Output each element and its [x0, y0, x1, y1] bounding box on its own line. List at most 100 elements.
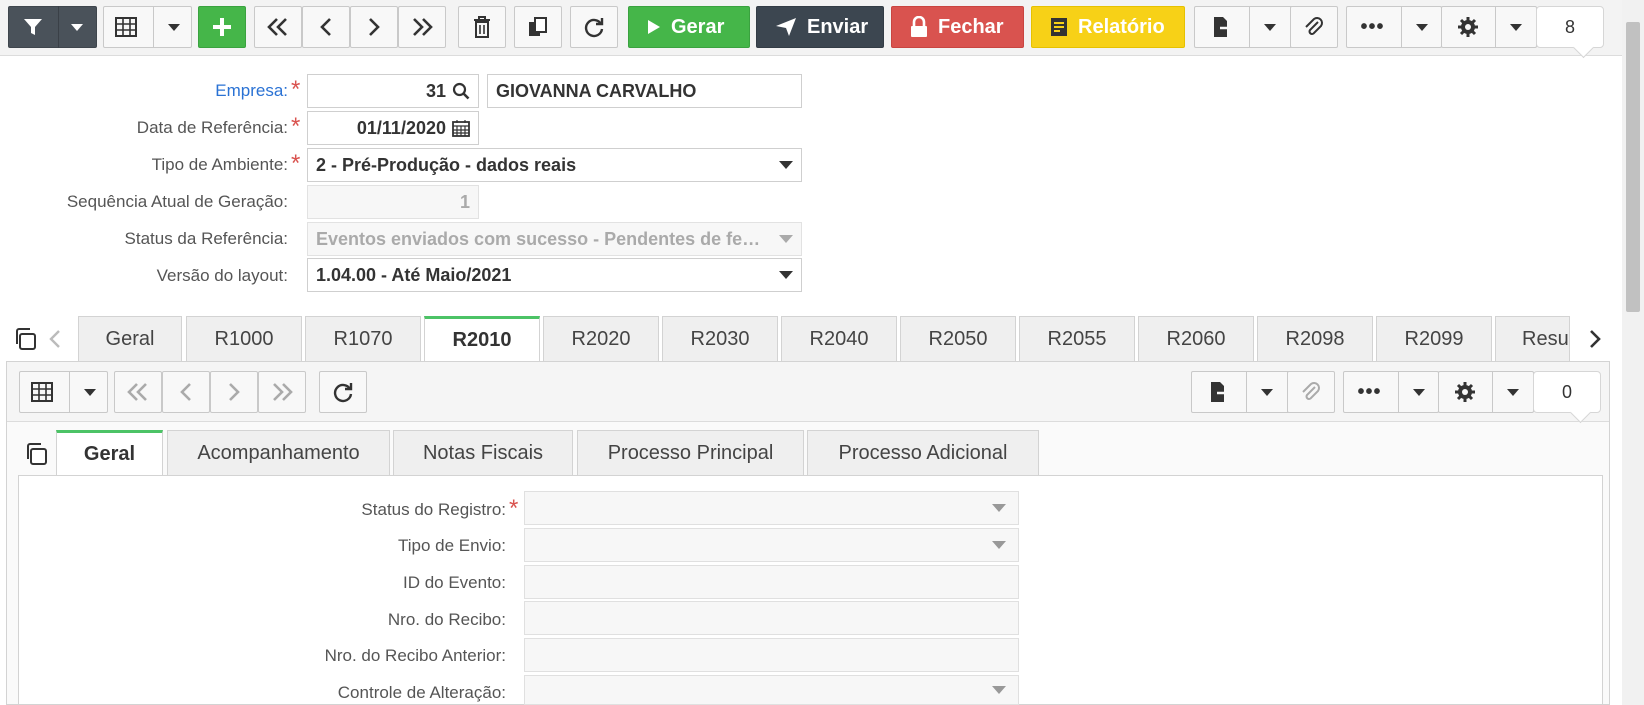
- tab-r1000[interactable]: R1000: [186, 316, 302, 361]
- tab-r2040[interactable]: R2040: [781, 316, 897, 361]
- filter-icon: [22, 16, 44, 38]
- delete-button[interactable]: [458, 6, 506, 48]
- tab-list-icon[interactable]: [13, 327, 37, 351]
- tab-r2020[interactable]: R2020: [543, 316, 659, 361]
- tab-r2099[interactable]: R2099: [1376, 316, 1492, 361]
- chevron-down-icon: [779, 235, 793, 243]
- add-button[interactable]: [198, 6, 246, 48]
- tab-r1070[interactable]: R1070: [305, 316, 421, 361]
- status-registro-select[interactable]: [524, 491, 1019, 525]
- first-record-button[interactable]: [254, 6, 302, 48]
- chevron-down-icon: [992, 686, 1006, 694]
- detail-attachment-button[interactable]: [1287, 371, 1335, 413]
- detail-first-record-button[interactable]: [114, 371, 162, 413]
- controle-alteracao-label: Controle de Alteração:: [337, 683, 506, 702]
- enviar-button-label: Enviar: [807, 15, 869, 38]
- versao-layout-select[interactable]: 1.04.00 - Até Maio/2021: [307, 258, 802, 292]
- double-chevron-right-icon: [270, 382, 294, 402]
- page-scrollbar[interactable]: [1622, 0, 1644, 705]
- required-marker: *: [291, 113, 301, 140]
- detail-previous-record-button[interactable]: [162, 371, 210, 413]
- tab-r2055[interactable]: R2055: [1019, 316, 1135, 361]
- tab-geral[interactable]: Geral: [78, 316, 182, 361]
- chevron-left-icon: [178, 382, 194, 402]
- detail-last-record-button[interactable]: [258, 371, 306, 413]
- tab-resumo[interactable]: Resumo: [1495, 316, 1570, 361]
- refresh-icon: [583, 16, 605, 38]
- subtab-list-icon[interactable]: [24, 442, 48, 466]
- scrollbar-thumb[interactable]: [1626, 22, 1640, 312]
- detail-more-options-button[interactable]: •••: [1343, 371, 1439, 413]
- id-evento-field[interactable]: [524, 565, 1019, 599]
- more-options-button[interactable]: •••: [1346, 6, 1442, 48]
- note-icon: [1050, 17, 1068, 37]
- subtab-acompanhamento[interactable]: Acompanhamento: [167, 430, 390, 476]
- tab-r2060[interactable]: R2060: [1138, 316, 1254, 361]
- subtab-processo-principal[interactable]: Processo Principal: [577, 430, 804, 476]
- fechar-button[interactable]: Fechar: [891, 6, 1024, 48]
- empresa-name-value: GIOVANNA CARVALHO: [496, 80, 697, 101]
- subtab-notas-fiscais[interactable]: Notas Fiscais: [393, 430, 573, 476]
- chevron-down-icon: [1415, 23, 1428, 31]
- send-icon: [775, 17, 797, 37]
- tipo-ambiente-value: 2 - Pré-Produção - dados reais: [316, 154, 577, 175]
- gear-icon: [1457, 16, 1479, 38]
- grid-view-button[interactable]: [103, 6, 192, 48]
- enviar-button[interactable]: Enviar: [756, 6, 884, 48]
- chevron-down-icon: [992, 504, 1006, 512]
- detail-next-record-button[interactable]: [210, 371, 258, 413]
- tabs-scroll-right-icon[interactable]: [1589, 329, 1601, 349]
- search-icon[interactable]: [452, 82, 470, 100]
- calendar-icon[interactable]: [452, 119, 470, 137]
- tab-r2098[interactable]: R2098: [1257, 316, 1373, 361]
- export-button[interactable]: [1194, 6, 1293, 48]
- chevron-right-icon: [226, 382, 242, 402]
- detail-record-count: 0: [1561, 381, 1572, 402]
- tab-r2030[interactable]: R2030: [662, 316, 778, 361]
- detail-refresh-button[interactable]: [319, 371, 367, 413]
- empresa-code-value: 31: [425, 80, 446, 101]
- empresa-label[interactable]: Empresa:: [120, 81, 288, 101]
- chevron-down-icon: [779, 161, 793, 169]
- last-record-button[interactable]: [398, 6, 446, 48]
- trash-icon: [473, 16, 491, 38]
- chevron-down-icon: [1509, 23, 1522, 31]
- required-marker: *: [509, 495, 519, 522]
- subtab-processo-adicional[interactable]: Processo Adicional: [807, 430, 1039, 476]
- detail-settings-button[interactable]: [1438, 371, 1534, 413]
- sequencia-label: Sequência Atual de Geração:: [66, 192, 288, 211]
- ellipsis-icon: •••: [1360, 15, 1385, 38]
- filter-button[interactable]: [8, 6, 97, 48]
- data-referencia-field[interactable]: 01/11/2020: [307, 111, 479, 145]
- controle-alteracao-select[interactable]: [524, 675, 1019, 705]
- gerar-button[interactable]: Gerar: [628, 6, 750, 48]
- next-record-button[interactable]: [350, 6, 398, 48]
- copy-button[interactable]: [514, 6, 562, 48]
- detail-grid-view-button[interactable]: [19, 371, 108, 413]
- paperclip-icon: [1300, 381, 1322, 403]
- tipo-envio-select[interactable]: [524, 528, 1019, 562]
- previous-record-button[interactable]: [302, 6, 350, 48]
- detail-record-count-badge: 0: [1533, 371, 1601, 413]
- tabs-scroll-left-icon[interactable]: [49, 329, 61, 349]
- sequencia-value: 1: [459, 191, 470, 212]
- chevron-down-icon: [168, 23, 180, 31]
- gerar-button-label: Gerar: [671, 15, 725, 38]
- tipo-ambiente-select[interactable]: 2 - Pré-Produção - dados reais: [307, 148, 802, 182]
- tab-r2010[interactable]: R2010: [424, 316, 540, 362]
- attachment-button[interactable]: [1290, 6, 1338, 48]
- relatorio-button[interactable]: Relatório: [1031, 6, 1185, 48]
- sequencia-field: 1: [307, 185, 479, 219]
- subtab-geral[interactable]: Geral: [56, 430, 163, 476]
- double-chevron-right-icon: [410, 17, 434, 37]
- detail-export-button[interactable]: [1191, 371, 1290, 413]
- empresa-code-field[interactable]: 31: [307, 74, 479, 108]
- nro-recibo-anterior-field[interactable]: [524, 638, 1019, 672]
- tab-r2050[interactable]: R2050: [900, 316, 1016, 361]
- settings-button[interactable]: [1441, 6, 1537, 48]
- chevron-down-icon: [71, 23, 83, 31]
- status-registro-label: Status do Registro:: [361, 500, 506, 519]
- gear-icon: [1454, 381, 1476, 403]
- refresh-button[interactable]: [570, 6, 618, 48]
- nro-recibo-field[interactable]: [524, 601, 1019, 635]
